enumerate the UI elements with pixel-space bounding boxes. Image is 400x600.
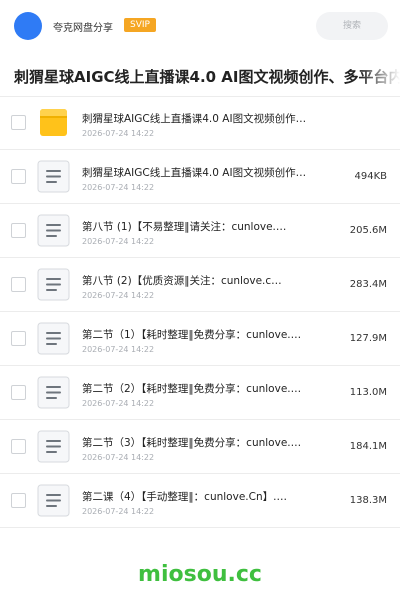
file-name: 第二节（3）【耗时整理‖免费分享：cunlove.… xyxy=(82,437,302,449)
file-size: 127.9M xyxy=(349,333,387,344)
folder-icon xyxy=(37,106,70,139)
file-name: 第二课（4）【手动整理‖：cunlove.Cn】.… xyxy=(82,491,287,503)
file-row[interactable]: 第二节（2）【耗时整理‖免费分享：cunlove.… 2026-07-24 14:… xyxy=(0,366,400,420)
file-date: 2026-07-24 14:22 xyxy=(82,399,155,408)
file-size: 138.3M xyxy=(349,495,387,506)
file-date: 2026-07-24 14:22 xyxy=(82,291,155,300)
file-row[interactable]: 第八节 (1)【不易整理‖请关注：cunlove.… 2026-07-24 14:… xyxy=(0,204,400,258)
file-name: 刺猬星球AIGC线上直播课4.0 AI图文视频创作… xyxy=(82,113,307,125)
file-name: 刺猬星球AIGC线上直播课4.0 AI图文视频创作… xyxy=(82,167,307,179)
file-size: 113.0M xyxy=(349,387,387,398)
row-checkbox[interactable] xyxy=(11,385,26,400)
document-icon xyxy=(37,376,70,409)
file-size: 494KB xyxy=(354,171,387,182)
title-bar: 刺猬星球AIGC线上直播课4.0 AI图文视频创作、多平台内容 xyxy=(0,56,400,97)
file-list: 刺猬星球AIGC线上直播课4.0 AI图文视频创作… 2026-07-24 14:… xyxy=(0,96,400,528)
avatar[interactable] xyxy=(14,12,42,40)
document-icon xyxy=(37,322,70,355)
svip-badge: SVIP xyxy=(124,18,156,32)
search-input[interactable]: 搜索 xyxy=(316,12,388,40)
file-row[interactable]: 第二节（3）【耗时整理‖免费分享：cunlove.… 2026-07-24 14:… xyxy=(0,420,400,474)
folder-row[interactable]: 刺猬星球AIGC线上直播课4.0 AI图文视频创作… 2026-07-24 14:… xyxy=(0,96,400,150)
app-name: 夸克网盘分享 xyxy=(53,23,113,34)
file-name: 第二节（2）【耗时整理‖免费分享：cunlove.… xyxy=(82,383,302,395)
row-checkbox[interactable] xyxy=(11,115,26,130)
page-title: 刺猬星球AIGC线上直播课4.0 AI图文视频创作、多平台内容 xyxy=(14,68,400,86)
row-checkbox[interactable] xyxy=(11,223,26,238)
file-name: 第八节 (1)【不易整理‖请关注：cunlove.… xyxy=(82,221,287,233)
file-row[interactable]: 第二节（1）【耗时整理‖免费分享：cunlove.… 2026-07-24 14:… xyxy=(0,312,400,366)
file-size: 184.1M xyxy=(349,441,387,452)
file-row[interactable]: 第八节 (2)【优质资源‖关注：cunlove.c… 2026-07-24 14:… xyxy=(0,258,400,312)
file-row[interactable]: 第二课（4）【手动整理‖：cunlove.Cn】.… 2026-07-24 14:… xyxy=(0,474,400,528)
title-fade xyxy=(360,56,400,96)
document-icon xyxy=(37,484,70,517)
file-date: 2026-07-24 14:22 xyxy=(82,345,155,354)
file-date: 2026-07-24 14:22 xyxy=(82,507,155,516)
file-date: 2026-07-24 14:22 xyxy=(82,453,155,462)
document-icon xyxy=(37,268,70,301)
document-icon xyxy=(37,160,70,193)
watermark: miosou.cc xyxy=(138,562,262,587)
file-date: 2026-07-24 14:22 xyxy=(82,237,155,246)
file-date: 2026-07-24 14:22 xyxy=(82,129,155,138)
document-icon xyxy=(37,214,70,247)
file-name: 第八节 (2)【优质资源‖关注：cunlove.c… xyxy=(82,275,282,287)
row-checkbox[interactable] xyxy=(11,169,26,184)
file-date: 2026-07-24 14:22 xyxy=(82,183,155,192)
row-checkbox[interactable] xyxy=(11,493,26,508)
file-name: 第二节（1）【耗时整理‖免费分享：cunlove.… xyxy=(82,329,302,341)
row-checkbox[interactable] xyxy=(11,277,26,292)
document-icon xyxy=(37,430,70,463)
file-size: 205.6M xyxy=(349,225,387,236)
file-size: 283.4M xyxy=(349,279,387,290)
file-row[interactable]: 刺猬星球AIGC线上直播课4.0 AI图文视频创作… 2026-07-24 14:… xyxy=(0,150,400,204)
header: 夸克网盘分享 SVIP 搜索 xyxy=(0,0,400,52)
row-checkbox[interactable] xyxy=(11,331,26,346)
row-checkbox[interactable] xyxy=(11,439,26,454)
